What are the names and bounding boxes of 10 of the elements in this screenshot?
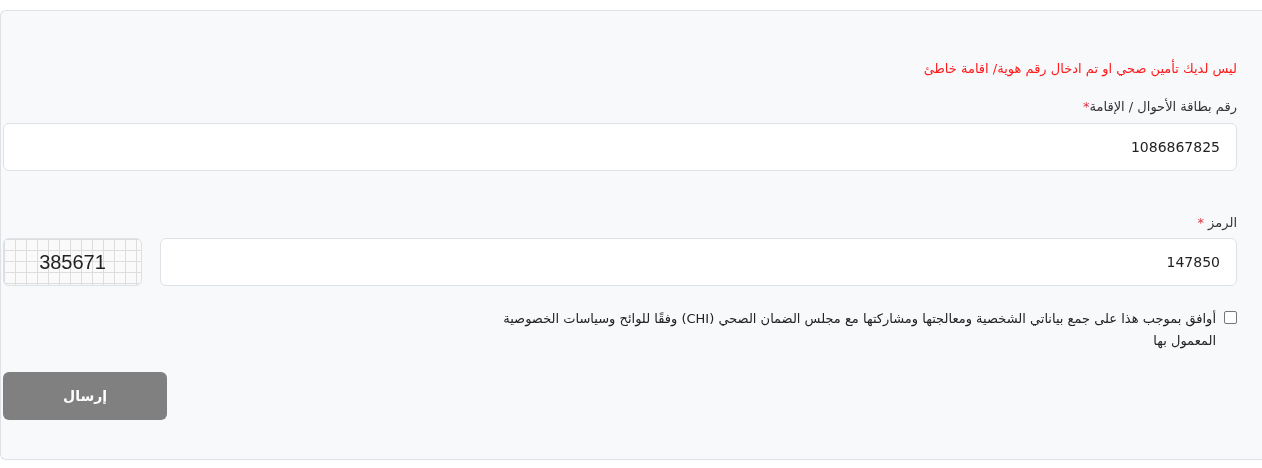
id-number-field[interactable]: 1086867825 [3,122,1237,171]
consent-checkbox[interactable] [1224,311,1237,324]
captcha-image: 385671 [3,238,142,286]
consent-text: أوافق بموجب هذا على جمع بياناتي الشخصية ومعالجتها ومشاركتها مع مجلس الضمان الصحي (CHI) وفقًا للوائح وسياسات الخصوصية المعمول بها [502,309,1216,351]
required-mark: * [1197,213,1205,232]
required-mark: * [1083,98,1090,116]
error-message: ليس لديك تأمين صحي او تم ادخال رقم هوية/ اقامة خاطئ [922,59,1237,79]
field-label: رقم بطاقة الأحوال / الإقامة [1089,97,1237,117]
code-field[interactable]: 147850 [160,238,1237,286]
field-label: الرمز [1208,213,1237,232]
